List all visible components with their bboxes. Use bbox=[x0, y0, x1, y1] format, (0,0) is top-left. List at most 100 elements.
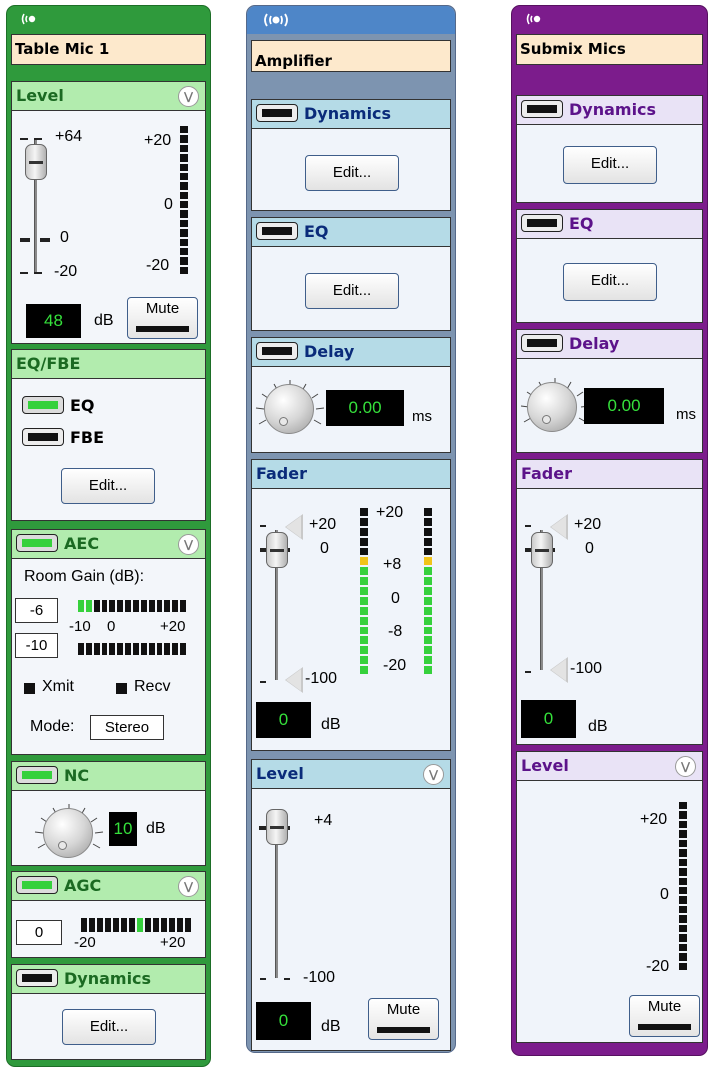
eq-edit-button[interactable]: Edit... bbox=[305, 273, 399, 309]
channel-strip-submix-mics: Submix Mics Dynamics Edit... EQ Edit... … bbox=[511, 5, 708, 1056]
strip-name[interactable]: Amplifier bbox=[251, 40, 451, 72]
eqfbe-edit-button[interactable]: Edit... bbox=[61, 468, 155, 504]
bar-segment bbox=[172, 643, 179, 655]
strip-name[interactable]: Table Mic 1 bbox=[11, 34, 206, 65]
bar-segment bbox=[85, 643, 92, 655]
aec-toggle[interactable] bbox=[16, 533, 58, 552]
room-gain-field-2[interactable]: -10 bbox=[15, 633, 58, 658]
level-title: Level bbox=[16, 86, 64, 105]
delay-toggle[interactable] bbox=[521, 333, 563, 352]
delay-unit: ms bbox=[412, 408, 432, 425]
meter-segment bbox=[424, 577, 432, 586]
nc-knob[interactable] bbox=[43, 808, 93, 858]
chevron-down-icon[interactable]: ⋁ bbox=[423, 764, 444, 785]
scale-tick bbox=[20, 272, 28, 274]
meter-segment bbox=[180, 247, 188, 256]
meter-segment bbox=[424, 606, 432, 615]
chevron-down-icon[interactable]: ⋁ bbox=[178, 876, 199, 897]
bar-segment bbox=[177, 918, 183, 932]
fader-slider-thumb[interactable] bbox=[531, 532, 553, 568]
dynamics-header: Dynamics bbox=[517, 96, 702, 125]
strip-header bbox=[516, 6, 703, 34]
meter-segment bbox=[360, 508, 368, 516]
recv-indicator bbox=[116, 683, 127, 694]
eqfbe-panel: EQ/FBE EQ FBE Edit... bbox=[11, 349, 206, 521]
bar-segment bbox=[121, 918, 127, 932]
delay-value-display[interactable]: 0.00 bbox=[584, 388, 664, 424]
scale-tick bbox=[20, 238, 30, 242]
meter-segment bbox=[360, 666, 368, 674]
meter-segment bbox=[360, 596, 368, 605]
mute-button[interactable]: Mute bbox=[127, 297, 198, 339]
bar-segment bbox=[148, 643, 155, 655]
bar-segment bbox=[129, 918, 135, 932]
eq-toggle[interactable] bbox=[521, 213, 563, 232]
level-unit: dB bbox=[94, 312, 114, 329]
fader-unit: dB bbox=[588, 718, 608, 735]
meter-segment bbox=[360, 626, 368, 635]
chevron-down-icon[interactable]: ⋁ bbox=[178, 534, 199, 555]
delay-toggle[interactable] bbox=[256, 341, 298, 360]
dynamics-title: Dynamics bbox=[569, 100, 657, 119]
delay-knob[interactable] bbox=[264, 384, 314, 434]
nc-value-display[interactable]: 10 bbox=[109, 812, 137, 846]
level-slider-thumb[interactable] bbox=[25, 144, 47, 180]
meter-segment bbox=[180, 172, 188, 181]
eq-edit-button[interactable]: Edit... bbox=[563, 263, 657, 301]
strip-name[interactable]: Submix Mics bbox=[516, 34, 703, 65]
dynamics-toggle[interactable] bbox=[256, 103, 298, 122]
dynamics-edit-button[interactable]: Edit... bbox=[62, 1009, 156, 1045]
level-value-display[interactable]: 48 bbox=[26, 304, 81, 338]
agc-value-field[interactable]: 0 bbox=[16, 920, 62, 945]
fbe-toggle[interactable] bbox=[22, 428, 64, 446]
min-arrow-icon[interactable] bbox=[285, 667, 303, 693]
meter-segment bbox=[360, 656, 368, 665]
room-gain-meter-1 bbox=[78, 600, 188, 612]
room-gain-field-1[interactable]: -6 bbox=[15, 598, 58, 623]
agc-toggle[interactable] bbox=[16, 875, 58, 894]
meter-segment bbox=[679, 887, 687, 895]
meter-segment bbox=[424, 636, 432, 645]
fader-meter-label-0: 0 bbox=[391, 590, 400, 607]
level-header: Level ⋁ bbox=[12, 82, 205, 111]
bar-segment bbox=[78, 643, 84, 655]
fader-value-display[interactable]: 0 bbox=[256, 702, 311, 738]
mode-select[interactable]: Stereo bbox=[90, 715, 164, 740]
dynamics-toggle[interactable] bbox=[521, 99, 563, 118]
meter-segment bbox=[424, 517, 432, 526]
agc-meter bbox=[81, 918, 193, 932]
delay-value-display[interactable]: 0.00 bbox=[326, 390, 404, 426]
fader-slider-thumb[interactable] bbox=[266, 532, 288, 568]
dynamics-edit-button[interactable]: Edit... bbox=[305, 155, 399, 191]
dynamics-edit-button[interactable]: Edit... bbox=[563, 146, 657, 184]
meter-segment bbox=[679, 811, 687, 819]
chevron-down-icon[interactable]: ⋁ bbox=[675, 756, 696, 777]
dynamics-toggle[interactable] bbox=[16, 968, 58, 987]
meter-segment bbox=[360, 557, 368, 566]
eq-toggle[interactable] bbox=[256, 221, 298, 240]
bar-segment bbox=[89, 918, 95, 932]
delay-knob[interactable] bbox=[527, 382, 577, 432]
delay-unit: ms bbox=[676, 406, 696, 423]
meter-segment bbox=[180, 126, 188, 134]
xmit-label: Xmit bbox=[42, 678, 74, 695]
eq-title: EQ bbox=[569, 214, 594, 233]
mute-button[interactable]: Mute bbox=[368, 998, 439, 1040]
eq-toggle[interactable] bbox=[22, 396, 64, 414]
level-meter bbox=[180, 126, 188, 276]
level-slider-thumb[interactable] bbox=[266, 809, 288, 845]
chevron-down-icon[interactable]: ⋁ bbox=[178, 86, 199, 107]
level-value-display[interactable]: 0 bbox=[256, 1002, 311, 1040]
meter-label-zero: 0 bbox=[164, 196, 173, 213]
bar-segment bbox=[156, 600, 163, 612]
meter-segment bbox=[424, 557, 432, 566]
fader-value-display[interactable]: 0 bbox=[521, 700, 576, 738]
meter-segment bbox=[424, 547, 432, 556]
mute-button[interactable]: Mute bbox=[629, 995, 700, 1037]
meter-segment bbox=[424, 646, 432, 655]
nc-toggle[interactable] bbox=[16, 765, 58, 784]
meter-segment bbox=[180, 257, 188, 265]
meter-segment bbox=[180, 201, 188, 209]
level-title: Level bbox=[256, 764, 304, 783]
min-arrow-icon[interactable] bbox=[550, 657, 568, 683]
